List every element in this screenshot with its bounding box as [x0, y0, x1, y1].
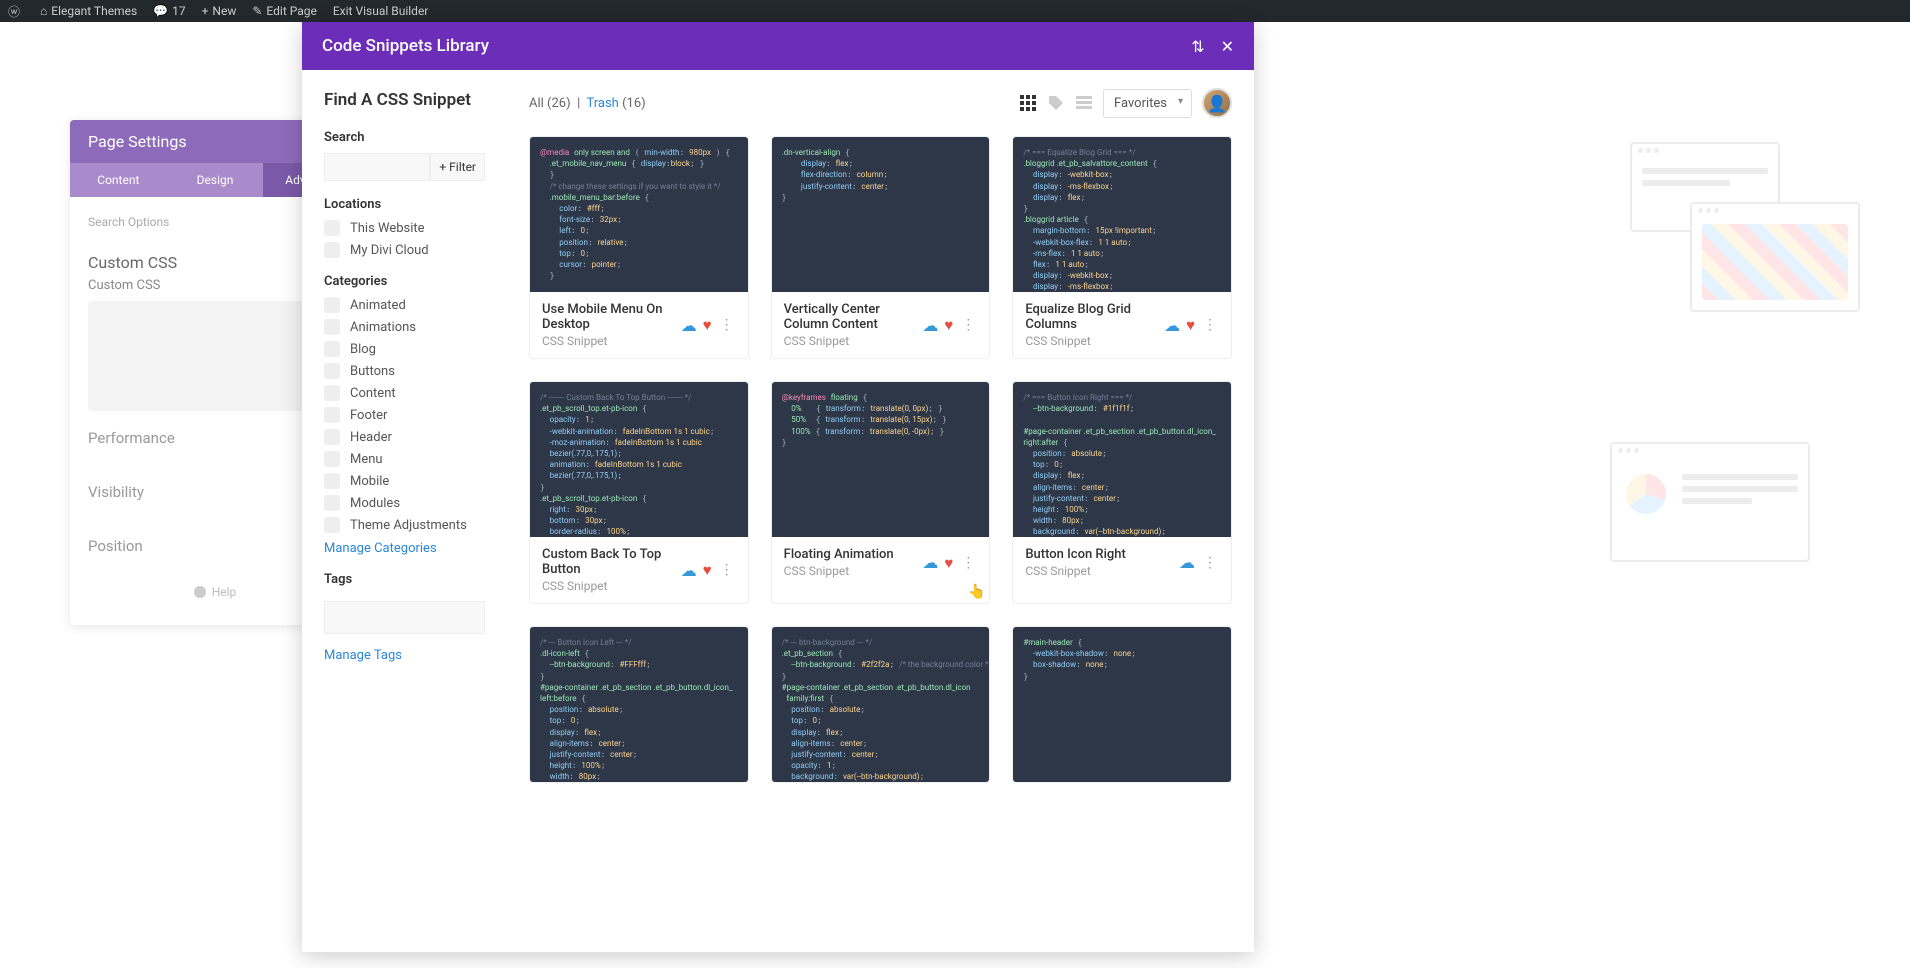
- heart-icon[interactable]: ♥: [1186, 316, 1195, 334]
- location-my-divi-cloud[interactable]: My Divi Cloud: [324, 242, 485, 258]
- snippet-card[interactable]: /* ------- Custom Back To Top Button ---…: [529, 381, 749, 604]
- code-preview: /* --- Button Icon Left --- */ .dl-icon-…: [530, 627, 748, 782]
- modal-main: All (26) | Trash (16) Favorites: [507, 70, 1254, 950]
- code-preview: /* === Equalize Blog Grid === */ .bloggr…: [1013, 137, 1231, 292]
- snippet-title: Custom Back To Top Button: [542, 547, 681, 577]
- category-buttons[interactable]: Buttons: [324, 363, 485, 379]
- comments-count[interactable]: 💬17: [153, 4, 185, 18]
- category-theme-adjustments[interactable]: Theme Adjustments: [324, 517, 485, 533]
- favorites-dropdown[interactable]: Favorites: [1103, 89, 1192, 118]
- category-animations[interactable]: Animations: [324, 319, 485, 335]
- more-icon[interactable]: ⋮: [1201, 555, 1219, 571]
- code-preview: /* --- btn-background --- */ .et_pb_sect…: [772, 627, 990, 782]
- tags-label: Tags: [324, 572, 485, 587]
- cloud-icon[interactable]: ☁: [1179, 553, 1195, 572]
- more-icon[interactable]: ⋮: [959, 555, 977, 571]
- snippet-card[interactable]: .dn-vertical-align { display: flex; flex…: [771, 136, 991, 359]
- code-preview: /* ------- Custom Back To Top Button ---…: [530, 382, 748, 537]
- find-snippet-heading: Find A CSS Snippet: [324, 90, 485, 110]
- code-preview: /* === Button Icon Right === */ --btn-ba…: [1013, 382, 1231, 537]
- snippet-title: Vertically Center Column Content: [784, 302, 923, 332]
- wp-admin-bar: ⓦ ⌂Elegant Themes 💬17 +New ✎Edit Page Ex…: [0, 0, 1910, 22]
- edit-page[interactable]: ✎Edit Page: [252, 4, 317, 18]
- category-footer[interactable]: Footer: [324, 407, 485, 423]
- more-icon[interactable]: ⋮: [718, 562, 736, 578]
- filter-trash[interactable]: Trash: [586, 96, 618, 111]
- cloud-icon[interactable]: ☁: [1164, 316, 1180, 335]
- heart-icon[interactable]: ♥: [703, 561, 712, 579]
- snippet-card[interactable]: /* --- Button Icon Left --- */ .dl-icon-…: [529, 626, 749, 783]
- snippet-title: Use Mobile Menu On Desktop: [542, 302, 681, 332]
- snippets-grid: @media only screen and ( min-width: 980p…: [529, 136, 1232, 783]
- snippet-type: CSS Snippet: [1025, 334, 1164, 348]
- code-preview: .dn-vertical-align { display: flex; flex…: [772, 137, 990, 292]
- category-modules[interactable]: Modules: [324, 495, 485, 511]
- cloud-icon[interactable]: ☁: [922, 316, 938, 335]
- snippet-title: Button Icon Right: [1025, 547, 1126, 562]
- snippet-type: CSS Snippet: [784, 564, 894, 578]
- heart-icon[interactable]: ♥: [703, 316, 712, 334]
- sort-icon[interactable]: ⇅: [1191, 37, 1204, 56]
- category-mobile[interactable]: Mobile: [324, 473, 485, 489]
- tab-content[interactable]: Content: [70, 163, 167, 197]
- background-wireframes: [1630, 142, 1870, 642]
- snippet-card[interactable]: @keyframes floating { 0% { transform: tr…: [771, 381, 991, 604]
- code-preview: #main-header { -webkit-box-shadow: none;…: [1013, 627, 1231, 782]
- manage-categories-link[interactable]: Manage Categories: [324, 541, 485, 556]
- heart-icon[interactable]: ♥: [944, 554, 953, 572]
- filter-button[interactable]: + Filter: [430, 153, 485, 181]
- location-this-website[interactable]: This Website: [324, 220, 485, 236]
- cloud-icon[interactable]: ☁: [922, 553, 938, 572]
- category-animated[interactable]: Animated: [324, 297, 485, 313]
- locations-label: Locations: [324, 197, 485, 212]
- more-icon[interactable]: ⋮: [1201, 317, 1219, 333]
- manage-tags-link[interactable]: Manage Tags: [324, 648, 485, 663]
- snippet-type: CSS Snippet: [1025, 564, 1126, 578]
- code-preview: @keyframes floating { 0% { transform: tr…: [772, 382, 990, 537]
- close-icon[interactable]: ✕: [1221, 37, 1234, 56]
- snippet-type: CSS Snippet: [542, 334, 681, 348]
- heart-icon[interactable]: ♥: [944, 316, 953, 334]
- category-header[interactable]: Header: [324, 429, 485, 445]
- exit-visual-builder[interactable]: Exit Visual Builder: [333, 4, 429, 18]
- category-content[interactable]: Content: [324, 385, 485, 401]
- code-snippets-library-modal: Code Snippets Library ⇅ ✕ Find A CSS Sni…: [302, 22, 1254, 952]
- cloud-icon[interactable]: ☁: [681, 316, 697, 335]
- new-menu[interactable]: +New: [202, 4, 237, 18]
- modal-header: Code Snippets Library ⇅ ✕: [302, 22, 1254, 70]
- snippet-title: Floating Animation: [784, 547, 894, 562]
- more-icon[interactable]: ⋮: [959, 317, 977, 333]
- category-blog[interactable]: Blog: [324, 341, 485, 357]
- cloud-icon[interactable]: ☁: [681, 561, 697, 580]
- list-view-icon[interactable]: [1075, 94, 1093, 112]
- tags-input[interactable]: [324, 601, 485, 634]
- category-menu[interactable]: Menu: [324, 451, 485, 467]
- tag-view-icon[interactable]: [1047, 94, 1065, 112]
- code-preview: @media only screen and ( min-width: 980p…: [530, 137, 748, 292]
- snippet-card[interactable]: /* --- btn-background --- */ .et_pb_sect…: [771, 626, 991, 783]
- site-name[interactable]: ⌂Elegant Themes: [40, 4, 137, 18]
- snippet-card[interactable]: /* === Button Icon Right === */ --btn-ba…: [1012, 381, 1232, 604]
- filter-all[interactable]: All (26): [529, 96, 571, 111]
- categories-label: Categories: [324, 274, 485, 289]
- user-avatar[interactable]: 👤: [1202, 88, 1232, 118]
- modal-sidebar: Find A CSS Snippet Search + Filter Locat…: [302, 70, 507, 950]
- search-label: Search: [324, 130, 485, 145]
- search-input[interactable]: [324, 153, 430, 181]
- snippet-title: Equalize Blog Grid Columns: [1025, 302, 1164, 332]
- more-icon[interactable]: ⋮: [718, 317, 736, 333]
- snippet-card[interactable]: @media only screen and ( min-width: 980p…: [529, 136, 749, 359]
- snippet-type: CSS Snippet: [542, 579, 681, 593]
- filter-status: All (26) | Trash (16): [529, 96, 646, 111]
- snippet-type: CSS Snippet: [784, 334, 923, 348]
- grid-view-icon[interactable]: [1019, 94, 1037, 112]
- snippet-card[interactable]: /* === Equalize Blog Grid === */ .bloggr…: [1012, 136, 1232, 359]
- tab-design[interactable]: Design: [167, 163, 264, 197]
- snippet-card[interactable]: #main-header { -webkit-box-shadow: none;…: [1012, 626, 1232, 783]
- modal-title: Code Snippets Library: [322, 36, 489, 56]
- wp-logo[interactable]: ⓦ: [8, 3, 24, 20]
